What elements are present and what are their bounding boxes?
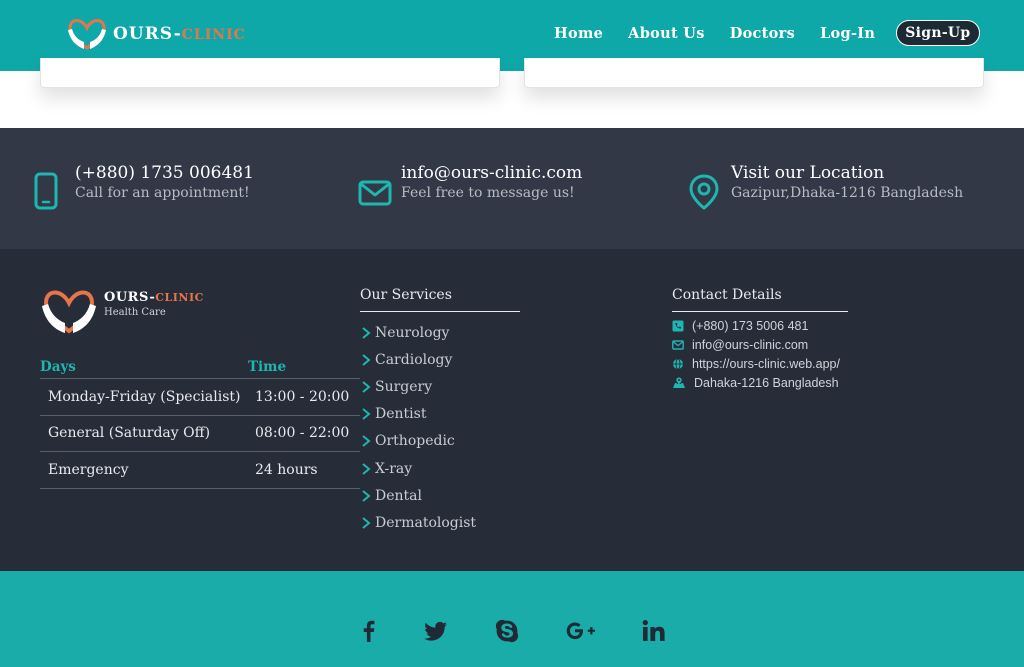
footer-brand-name: OURS-CLINIC (104, 290, 204, 305)
services-list: Neurology Cardiology Surgery Dentist Ort… (360, 319, 520, 537)
hours-day-cell: General (Saturday Off) (48, 425, 211, 442)
hours-day-cell: Monday-Friday (Specialist) (48, 388, 241, 405)
contact-phone-text: (+880) 173 5006 481 (692, 318, 809, 333)
table-row: Monday-Friday (Specialist) 13:00 - 20:00 (40, 379, 360, 416)
contact-email[interactable]: info@ours-clinic.com (672, 335, 848, 354)
contact-website-text: https://ours-clinic.web.app/ (692, 356, 840, 371)
table-row: Emergency 24 hours (40, 452, 360, 489)
brand-name-dash: - (173, 24, 182, 44)
chevron-right-icon (362, 462, 371, 475)
footer-brand-main: OURS (104, 290, 150, 305)
service-label: Neurology (375, 324, 450, 341)
service-label: Dentist (375, 406, 427, 423)
service-label: Dental (375, 487, 422, 504)
mobile-phone-icon (34, 172, 58, 210)
facebook-icon[interactable] (356, 618, 382, 644)
nav-home-link[interactable]: Home (554, 25, 603, 42)
services-title: Our Services (360, 287, 520, 312)
service-link-dermatologist[interactable]: Dermatologist (360, 509, 520, 536)
strip-location: Visit our Location Gazipur,Dhaka-1216 Ba… (688, 162, 963, 212)
heart-hands-logo-icon (68, 19, 106, 50)
footer-brand-tagline: Health Care (104, 307, 166, 318)
globe-icon (673, 358, 683, 369)
nav-about-link[interactable]: About Us (628, 25, 705, 42)
hours-day-cell: Emergency (48, 461, 129, 478)
chevron-right-icon (362, 354, 371, 366)
services-column: Our Services Neurology Cardiology Surger… (360, 287, 520, 537)
main-nav: Home About Us Doctors Log-In Sign-Up (554, 20, 1005, 46)
service-link-dentist[interactable]: Dentist (360, 401, 520, 428)
service-link-surgery[interactable]: Surgery (360, 373, 520, 400)
service-label: Surgery (375, 378, 433, 395)
footer-brand-accent: CLINIC (155, 291, 204, 304)
envelope-icon (672, 339, 684, 350)
service-link-orthopedic[interactable]: Orthopedic (360, 428, 520, 455)
strip-email-caption: Feel free to message us! (401, 185, 575, 201)
contact-strip: (+880) 1735 006481 Call for an appointme… (0, 128, 1024, 249)
service-link-neurology[interactable]: Neurology (360, 319, 520, 346)
hours-time-cell: 24 hours (255, 461, 318, 478)
contact-title: Contact Details (672, 287, 848, 312)
brand-logo[interactable]: OURS-CLINIC (66, 16, 246, 52)
twitter-icon[interactable] (423, 618, 449, 644)
map-location-icon (673, 377, 685, 388)
service-label: Orthopedic (375, 433, 455, 450)
service-label: X-ray (375, 460, 413, 477)
service-link-dental[interactable]: Dental (360, 482, 520, 509)
heart-hands-logo-icon (42, 290, 96, 334)
table-row: General (Saturday Off) 08:00 - 22:00 (40, 416, 360, 452)
contact-details-column: Contact Details (+880) 173 5006 481 info… (672, 287, 848, 392)
hours-days-header: Days (40, 359, 76, 375)
chevron-right-icon (362, 381, 371, 393)
linkedin-icon[interactable] (641, 618, 667, 644)
envelope-icon (358, 180, 392, 206)
brand-name-main: OURS (113, 24, 174, 44)
chevron-right-icon (362, 517, 371, 529)
strip-phone-number[interactable]: (+880) 1735 006481 (75, 162, 254, 184)
phone-square-icon (672, 320, 684, 331)
service-link-xray[interactable]: X-ray (360, 455, 520, 482)
map-pin-icon (689, 174, 719, 210)
service-label: Cardiology (375, 351, 453, 368)
service-label: Dermatologist (375, 514, 477, 531)
chevron-right-icon (362, 408, 371, 420)
chevron-right-icon (362, 489, 371, 502)
hours-time-header: Time (248, 359, 287, 375)
chevron-right-icon (362, 435, 371, 448)
social-bar (0, 571, 1024, 667)
contact-phone[interactable]: (+880) 173 5006 481 (672, 316, 848, 335)
service-link-cardiology[interactable]: Cardiology (360, 346, 520, 373)
content-card-right (524, 58, 984, 88)
google-plus-icon[interactable] (565, 618, 597, 644)
strip-phone-caption: Call for an appointment! (75, 185, 250, 201)
site-footer: OURS-CLINIC Health Care Days Time Monday… (0, 249, 1024, 571)
hours-time-cell: 13:00 - 20:00 (255, 388, 350, 405)
strip-location-title[interactable]: Visit our Location (731, 162, 963, 184)
brand-name-accent: CLINIC (181, 27, 246, 43)
nav-doctors-link[interactable]: Doctors (730, 25, 795, 42)
contact-email-text: info@ours-clinic.com (692, 337, 809, 352)
hours-table-header: Days Time (40, 359, 360, 379)
strip-phone: (+880) 1735 006481 Call for an appointme… (33, 162, 254, 212)
strip-email: info@ours-clinic.com Feel free to messag… (358, 162, 582, 212)
hours-time-cell: 08:00 - 22:00 (255, 425, 350, 442)
footer-brand-logo[interactable]: OURS-CLINIC Health Care (40, 287, 204, 337)
content-card-left (40, 58, 500, 88)
contact-list: (+880) 173 5006 481 info@ours-clinic.com… (672, 316, 848, 392)
nav-login-link[interactable]: Log-In (820, 25, 875, 42)
contact-address[interactable]: Dahaka-1216 Bangladesh (672, 373, 848, 392)
skype-icon[interactable] (494, 618, 520, 644)
chevron-right-icon (362, 326, 371, 339)
strip-email-address[interactable]: info@ours-clinic.com (401, 162, 582, 184)
opening-hours-table: Days Time Monday-Friday (Specialist) 13:… (40, 359, 360, 489)
contact-website[interactable]: https://ours-clinic.web.app/ (672, 354, 848, 373)
strip-location-address: Gazipur,Dhaka-1216 Bangladesh (731, 185, 964, 201)
contact-address-text: Dahaka-1216 Bangladesh (694, 375, 839, 390)
brand-name: OURS-CLINIC (113, 24, 246, 44)
signup-button[interactable]: Sign-Up (896, 20, 980, 46)
